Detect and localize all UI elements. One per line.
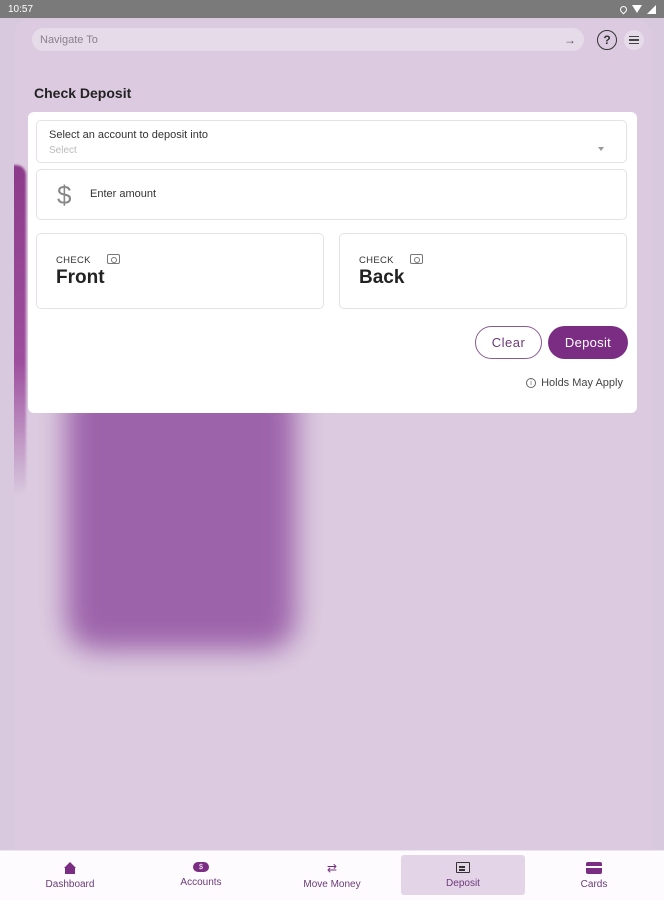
page-title: Check Deposit — [34, 85, 132, 101]
chevron-down-icon — [598, 147, 604, 151]
transfer-icon: ⇄ — [326, 861, 338, 875]
holds-text: Holds May Apply — [541, 377, 623, 389]
status-icons — [618, 4, 656, 14]
tab-move-money[interactable]: ⇄ Move Money — [270, 855, 394, 895]
location-icon — [618, 4, 629, 14]
status-time: 10:57 — [8, 3, 34, 15]
tab-label: Deposit — [446, 878, 480, 889]
camera-icon — [410, 254, 423, 264]
clear-button[interactable]: Clear — [475, 326, 542, 359]
app-frame: Navigate To → ? Check Deposit Select an … — [14, 20, 652, 860]
info-icon: i — [526, 378, 537, 388]
deposit-button[interactable]: Deposit — [548, 326, 628, 359]
check-deposit-card: Select an account to deposit into Select… — [28, 112, 637, 413]
home-icon — [64, 862, 76, 874]
holds-notice[interactable]: i Holds May Apply — [526, 377, 623, 389]
wifi-icon — [632, 5, 642, 13]
account-select-value: Select — [49, 145, 77, 156]
tab-accounts[interactable]: $ Accounts — [139, 855, 263, 895]
decorative-blob — [66, 375, 296, 650]
tab-label: Cards — [580, 879, 608, 890]
navigate-placeholder: Navigate To — [40, 33, 98, 46]
menu-icon[interactable] — [624, 30, 644, 50]
status-bar: 10:57 — [0, 0, 664, 18]
navigate-to-search[interactable]: Navigate To → — [32, 28, 584, 51]
deposit-check-icon — [456, 862, 470, 873]
dollar-icon: $ — [57, 180, 72, 210]
tab-label: Dashboard — [45, 879, 95, 890]
decorative-shape-left — [14, 165, 26, 495]
check-back-label: CHECK — [359, 255, 394, 266]
account-select[interactable]: Select an account to deposit into Select — [36, 120, 627, 163]
check-front-label: CHECK — [56, 255, 91, 266]
tab-dashboard[interactable]: Dashboard — [8, 855, 132, 895]
check-front-side: Front — [56, 267, 105, 288]
tab-label: Accounts — [180, 877, 222, 888]
check-back-capture[interactable]: CHECK Back — [339, 233, 627, 309]
bottom-nav: Dashboard $ Accounts ⇄ Move Money Deposi… — [0, 850, 664, 900]
tab-cards[interactable]: Cards — [532, 855, 656, 895]
tab-label: Move Money — [303, 879, 361, 890]
amount-placeholder: Enter amount — [90, 188, 157, 200]
camera-icon — [107, 254, 120, 264]
check-back-side: Back — [359, 267, 405, 288]
check-front-capture[interactable]: CHECK Front — [36, 233, 324, 309]
accounts-icon: $ — [193, 862, 209, 872]
arrow-right-icon[interactable]: → — [564, 33, 576, 47]
signal-icon — [647, 4, 656, 14]
card-icon — [586, 862, 602, 874]
amount-field[interactable]: $ Enter amount — [36, 169, 627, 220]
help-icon[interactable]: ? — [597, 30, 617, 50]
account-select-label: Select an account to deposit into — [49, 129, 208, 141]
tab-deposit[interactable]: Deposit — [401, 855, 525, 895]
